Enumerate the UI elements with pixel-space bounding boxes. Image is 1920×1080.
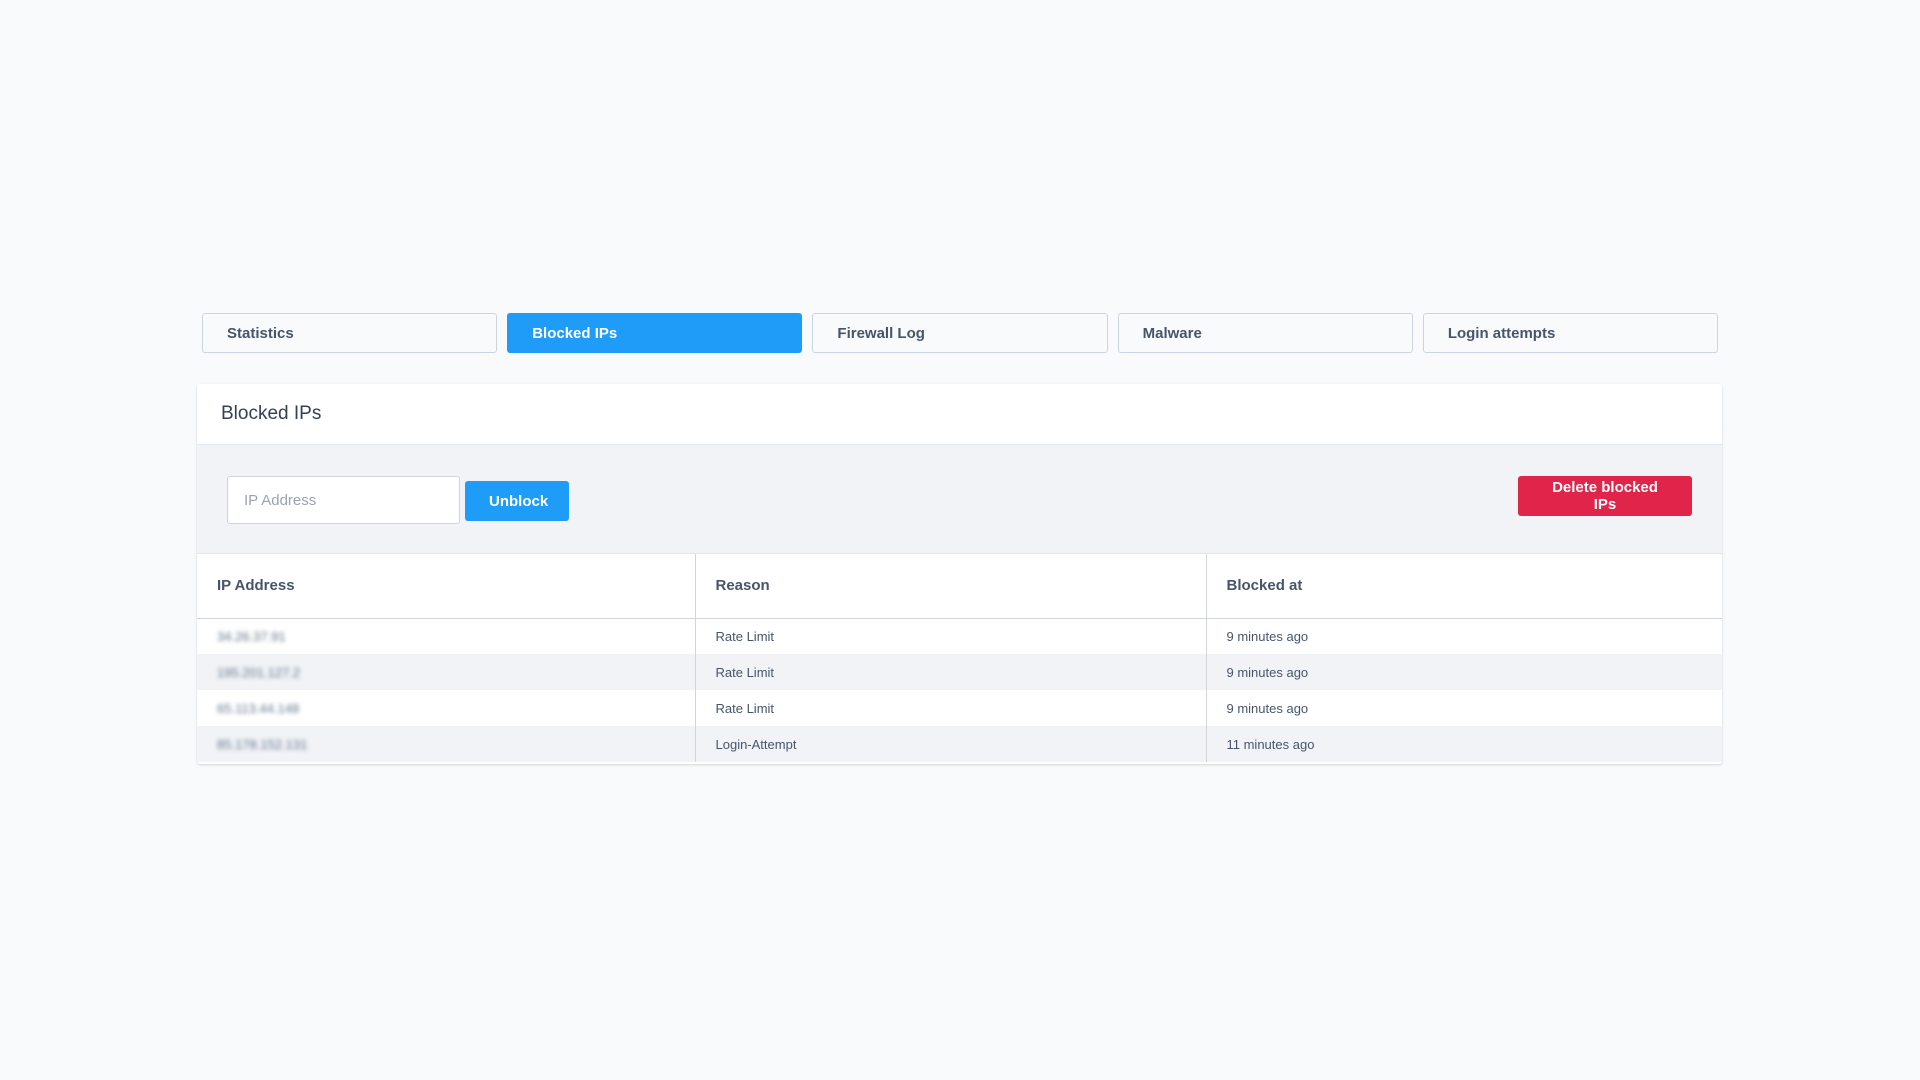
blocked-ips-card: Blocked IPs Unblock Delete blocked IPs I… [197,384,1722,764]
ip-address-value: 195.201.127.2 [217,664,301,680]
column-header-blocked-at: Blocked at [1205,554,1722,619]
cell-ip-address: 34.26.37.91 [197,618,695,654]
cell-ip-address: 85.178.152.131 [197,726,695,762]
tab-malware[interactable]: Malware [1117,313,1413,353]
table-row: 85.178.152.131 Login-Attempt 11 minutes … [197,726,1722,762]
ip-address-value: 34.26.37.91 [217,628,286,644]
table-row: 34.26.37.91 Rate Limit 9 minutes ago [197,618,1722,654]
card-header: Blocked IPs [197,384,1722,445]
tab-login-attempts[interactable]: Login attempts [1422,313,1719,353]
ip-address-value: 85.178.152.131 [217,736,308,752]
cell-blocked-at: 9 minutes ago [1205,654,1722,690]
cell-ip-address: 195.201.127.2 [197,654,695,690]
unblock-button[interactable]: Unblock [465,481,569,521]
cell-reason: Rate Limit [694,690,1206,726]
blocked-ips-table: IP Address Reason Blocked at 34.26.37.91… [197,554,1722,762]
column-header-ip-address: IP Address [197,554,695,619]
delete-blocked-ips-button[interactable]: Delete blocked IPs [1518,476,1692,516]
ip-address-value: 65.113.44.148 [217,700,300,716]
cell-ip-address: 65.113.44.148 [197,690,695,726]
table-header-row: IP Address Reason Blocked at [197,554,1722,619]
cell-reason: Rate Limit [694,654,1206,690]
cell-reason: Rate Limit [694,618,1206,654]
table-row: 65.113.44.148 Rate Limit 9 minutes ago [197,690,1722,726]
cell-blocked-at: 9 minutes ago [1205,690,1722,726]
tab-statistics[interactable]: Statistics [202,313,498,353]
tab-blocked-ips[interactable]: Blocked IPs [507,313,803,353]
action-toolbar: Unblock Delete blocked IPs [197,445,1722,554]
ip-address-input[interactable] [227,476,460,524]
cell-blocked-at: 11 minutes ago [1205,726,1722,762]
card-title: Blocked IPs [221,403,322,424]
cell-reason: Login-Attempt [694,726,1206,762]
table-row: 195.201.127.2 Rate Limit 9 minutes ago [197,654,1722,690]
tab-bar: Statistics Blocked IPs Firewall Log Malw… [202,313,1719,353]
tab-firewall-log[interactable]: Firewall Log [812,313,1108,353]
column-header-reason: Reason [694,554,1206,619]
cell-blocked-at: 9 minutes ago [1205,618,1722,654]
